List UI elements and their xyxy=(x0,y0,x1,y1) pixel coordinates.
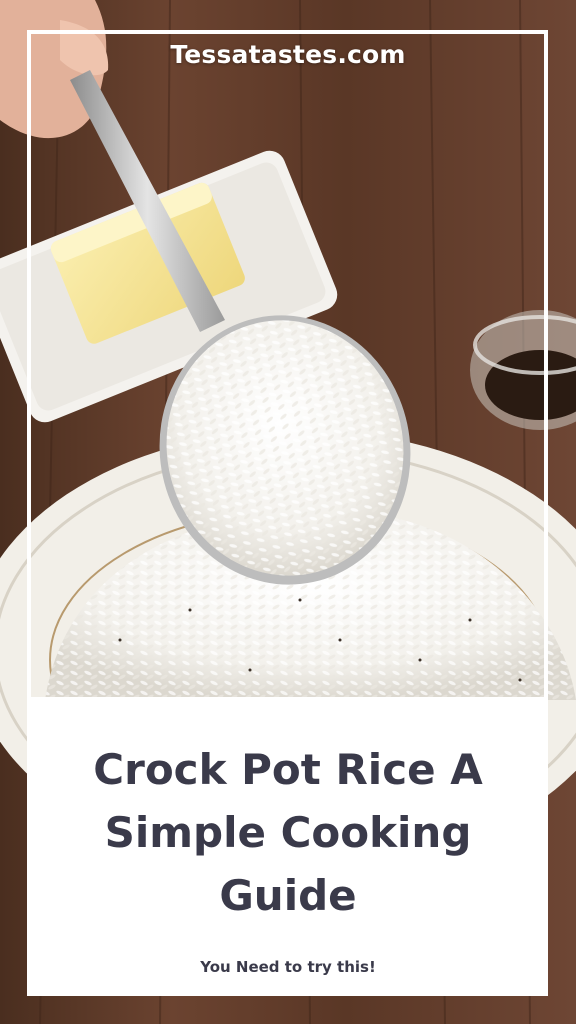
site-name[interactable]: Tessatastes.com xyxy=(0,40,576,69)
pin-subtitle: You Need to try this! xyxy=(200,958,376,976)
title-line-1: Crock Pot Rice A xyxy=(93,745,483,794)
title-line-3: Guide xyxy=(219,871,357,920)
pin-title: Crock Pot Rice A Simple Cooking Guide xyxy=(0,738,576,927)
title-line-2: Simple Cooking xyxy=(104,808,472,857)
